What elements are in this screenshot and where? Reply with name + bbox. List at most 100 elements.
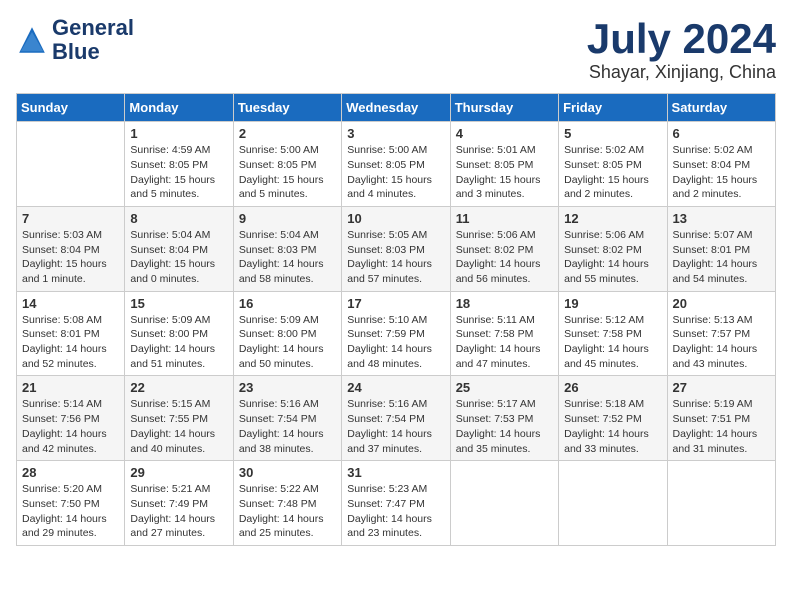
day-number: 5 xyxy=(564,126,661,141)
cell-line: Sunset: 7:53 PM xyxy=(456,413,534,425)
cell-line: Sunrise: 5:22 AM xyxy=(239,483,319,495)
cell-line: Sunrise: 5:20 AM xyxy=(22,483,102,495)
cell-line: and 48 minutes. xyxy=(347,358,422,370)
calendar-cell: 22Sunrise: 5:15 AMSunset: 7:55 PMDayligh… xyxy=(125,376,233,461)
cell-line: Sunset: 8:04 PM xyxy=(22,244,100,256)
weekday-header-saturday: Saturday xyxy=(667,94,775,122)
cell-line: and 56 minutes. xyxy=(456,273,531,285)
cell-line: Sunrise: 5:13 AM xyxy=(673,314,753,326)
cell-line: Sunset: 8:05 PM xyxy=(564,159,642,171)
cell-line: Sunrise: 5:16 AM xyxy=(347,398,427,410)
day-number: 2 xyxy=(239,126,336,141)
cell-line: Daylight: 14 hours xyxy=(564,343,649,355)
calendar-cell: 14Sunrise: 5:08 AMSunset: 8:01 PMDayligh… xyxy=(17,291,125,376)
cell-line: Sunrise: 5:17 AM xyxy=(456,398,536,410)
calendar-cell: 16 Sunrise: 5:09 AMSunset: 8:00 PMDayligh… xyxy=(233,291,341,376)
cell-line: Sunset: 8:05 PM xyxy=(239,159,317,171)
day-number: 29 xyxy=(130,465,227,480)
cell-line: Daylight: 15 hours xyxy=(239,174,324,186)
cell-line: and 23 minutes. xyxy=(347,527,422,539)
cell-line: and 37 minutes. xyxy=(347,443,422,455)
cell-line: Sunset: 7:54 PM xyxy=(239,413,317,425)
cell-content: Sunrise: 5:09 AMSunset: 8:00 PMDaylight:… xyxy=(239,313,336,372)
day-number: 16 xyxy=(239,296,336,311)
cell-line: and 27 minutes. xyxy=(130,527,205,539)
calendar-cell: 9Sunrise: 5:04 AMSunset: 8:03 PMDaylight… xyxy=(233,206,341,291)
cell-line: Sunset: 8:04 PM xyxy=(673,159,751,171)
cell-line: Sunset: 8:03 PM xyxy=(239,244,317,256)
day-number: 28 xyxy=(22,465,119,480)
cell-line: Sunrise: 5:09 AM xyxy=(130,314,210,326)
cell-content: Sunrise: 5:18 AMSunset: 7:52 PMDaylight:… xyxy=(564,397,661,456)
cell-line: Sunset: 7:51 PM xyxy=(673,413,751,425)
cell-line: and 2 minutes. xyxy=(564,188,633,200)
cell-content: Sunrise: 5:23 AMSunset: 7:47 PMDaylight:… xyxy=(347,482,444,541)
cell-content: Sunrise: 5:16 AMSunset: 7:54 PMDaylight:… xyxy=(239,397,336,456)
cell-line: and 50 minutes. xyxy=(239,358,314,370)
cell-content: Sunrise: 5:13 AMSunset: 7:57 PMDaylight:… xyxy=(673,313,770,372)
day-number: 25 xyxy=(456,380,553,395)
cell-line: Sunset: 8:03 PM xyxy=(347,244,425,256)
cell-line: Daylight: 14 hours xyxy=(130,428,215,440)
cell-line: Daylight: 14 hours xyxy=(673,428,758,440)
cell-line: and 57 minutes. xyxy=(347,273,422,285)
cell-line: Sunrise: 5:18 AM xyxy=(564,398,644,410)
cell-content: Sunrise: 5:15 AMSunset: 7:55 PMDaylight:… xyxy=(130,397,227,456)
cell-line: Sunset: 7:58 PM xyxy=(456,328,534,340)
weekday-header-tuesday: Tuesday xyxy=(233,94,341,122)
day-number: 30 xyxy=(239,465,336,480)
cell-line: Sunrise: 5:06 AM xyxy=(456,229,536,241)
cell-content: Sunrise: 5:10 AMSunset: 7:59 PMDaylight:… xyxy=(347,313,444,372)
cell-content: Sunrise: 5:02 AMSunset: 8:05 PMDaylight:… xyxy=(564,143,661,202)
cell-content: Sunrise: 5:06 AMSunset: 8:02 PMDaylight:… xyxy=(564,228,661,287)
cell-line: Sunset: 8:00 PM xyxy=(130,328,208,340)
calendar-cell: 18Sunrise: 5:11 AMSunset: 7:58 PMDayligh… xyxy=(450,291,558,376)
cell-line: and 47 minutes. xyxy=(456,358,531,370)
cell-line: Sunset: 7:48 PM xyxy=(239,498,317,510)
calendar-cell: 30Sunrise: 5:22 AMSunset: 7:48 PMDayligh… xyxy=(233,461,341,546)
cell-line: and 0 minutes. xyxy=(130,273,199,285)
title-block: July 2024 Shayar, Xinjiang, China xyxy=(587,16,776,83)
day-number: 7 xyxy=(22,211,119,226)
cell-line: Daylight: 14 hours xyxy=(347,258,432,270)
cell-line: Sunset: 8:05 PM xyxy=(130,159,208,171)
calendar-cell: 15Sunrise: 5:09 AMSunset: 8:00 PMDayligh… xyxy=(125,291,233,376)
cell-line: Daylight: 14 hours xyxy=(239,258,324,270)
cell-line: and 33 minutes. xyxy=(564,443,639,455)
cell-line: and 40 minutes. xyxy=(130,443,205,455)
cell-line: and 5 minutes. xyxy=(130,188,199,200)
weekday-header-friday: Friday xyxy=(559,94,667,122)
cell-line: Sunset: 8:04 PM xyxy=(130,244,208,256)
calendar-cell: 29Sunrise: 5:21 AMSunset: 7:49 PMDayligh… xyxy=(125,461,233,546)
cell-line: Sunrise: 4:59 AM xyxy=(130,144,210,156)
weekday-header-sunday: Sunday xyxy=(17,94,125,122)
calendar-cell: 28Sunrise: 5:20 AMSunset: 7:50 PMDayligh… xyxy=(17,461,125,546)
cell-content: Sunrise: 5:04 AMSunset: 8:04 PMDaylight:… xyxy=(130,228,227,287)
cell-line: Daylight: 14 hours xyxy=(239,343,324,355)
calendar-cell: 2 Sunrise: 5:00 AM Sunset: 8:05 PM Daylight… xyxy=(233,122,341,207)
calendar-table: SundayMondayTuesdayWednesdayThursdayFrid… xyxy=(16,93,776,546)
logo-line2: Blue xyxy=(52,40,134,64)
calendar-cell: 21Sunrise: 5:14 AMSunset: 7:56 PMDayligh… xyxy=(17,376,125,461)
cell-line: and 52 minutes. xyxy=(22,358,97,370)
day-number: 9 xyxy=(239,211,336,226)
sub-title: Shayar, Xinjiang, China xyxy=(587,62,776,83)
calendar-cell: 5Sunrise: 5:02 AMSunset: 8:05 PMDaylight… xyxy=(559,122,667,207)
cell-line: Sunrise: 5:19 AM xyxy=(673,398,753,410)
cell-content: Sunrise: 5:01 AMSunset: 8:05 PMDaylight:… xyxy=(456,143,553,202)
cell-content: Sunrise: 5:12 AMSunset: 7:58 PMDaylight:… xyxy=(564,313,661,372)
calendar-cell: 4 Sunrise: 5:01 AMSunset: 8:05 PMDaylight… xyxy=(450,122,558,207)
cell-line: Daylight: 14 hours xyxy=(456,428,541,440)
week-row-5: 28Sunrise: 5:20 AMSunset: 7:50 PMDayligh… xyxy=(17,461,776,546)
cell-line: Sunrise: 5:03 AM xyxy=(22,229,102,241)
cell-line: Sunset: 8:01 PM xyxy=(673,244,751,256)
cell-line: Sunset: 8:02 PM xyxy=(564,244,642,256)
day-number: 4 xyxy=(456,126,553,141)
cell-line: and 5 minutes. xyxy=(239,188,308,200)
day-number: 18 xyxy=(456,296,553,311)
cell-line: Sunrise: 5:02 AM xyxy=(564,144,644,156)
week-row-4: 21Sunrise: 5:14 AMSunset: 7:56 PMDayligh… xyxy=(17,376,776,461)
logo-line1: General xyxy=(52,16,134,40)
calendar-cell: 10Sunrise: 5:05 AMSunset: 8:03 PMDayligh… xyxy=(342,206,450,291)
cell-line: Sunrise: 5:00 AM xyxy=(239,144,319,156)
